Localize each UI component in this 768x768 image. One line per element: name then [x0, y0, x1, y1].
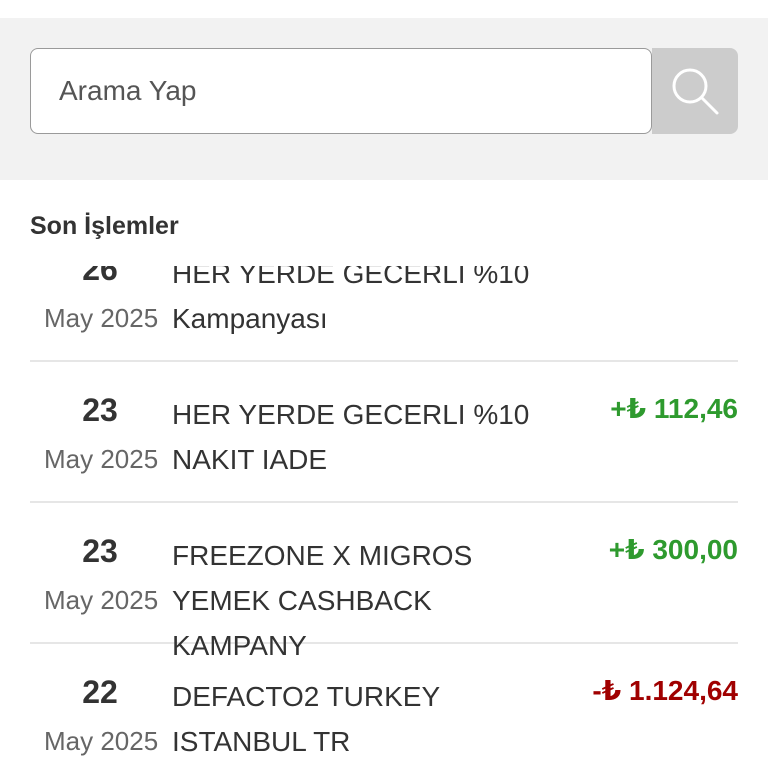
search-area	[0, 18, 768, 180]
search-field[interactable]	[30, 48, 652, 134]
transaction-month: May 2025	[44, 444, 159, 474]
search-icon	[672, 68, 719, 115]
transaction-amount: +₺ 112,46	[610, 393, 738, 424]
transaction-day: 22	[82, 674, 118, 710]
search-input[interactable]	[31, 49, 651, 133]
transaction-description: HER YERDE GECERLI %10 Kampanyası	[172, 266, 530, 334]
transaction-amount: -₺ 1.124,64	[592, 675, 738, 706]
transaction-row[interactable]: 23 May 2025 HER YERDE GECERLI %10 NAKIT …	[30, 362, 738, 503]
search-button[interactable]	[652, 48, 738, 134]
transaction-description: DEFACTO2 TURKEY ISTANBUL TR	[172, 681, 440, 757]
transaction-amount: +₺ 300,00	[608, 534, 738, 565]
transaction-month: May 2025	[44, 303, 159, 333]
section-title: Son İşlemler	[30, 212, 179, 240]
transaction-row[interactable]: 23 May 2025 FREEZONE X MIGROS YEMEK CASH…	[30, 503, 738, 661]
transaction-row[interactable]: 22 May 2025 DEFACTO2 TURKEY ISTANBUL TR …	[30, 644, 738, 768]
transaction-day: 26	[82, 266, 118, 287]
transaction-month: May 2025	[44, 726, 159, 756]
transaction-list[interactable]: 26 May 2025 HER YERDE GECERLI %10 Kampan…	[30, 266, 738, 768]
transaction-description: HER YERDE GECERLI %10 NAKIT IADE	[172, 399, 530, 475]
transaction-day: 23	[82, 392, 118, 428]
transaction-day: 23	[82, 533, 118, 569]
transaction-month: May 2025	[44, 585, 159, 615]
top-strip	[0, 0, 768, 18]
transaction-row[interactable]: 26 May 2025 HER YERDE GECERLI %10 Kampan…	[30, 266, 738, 362]
